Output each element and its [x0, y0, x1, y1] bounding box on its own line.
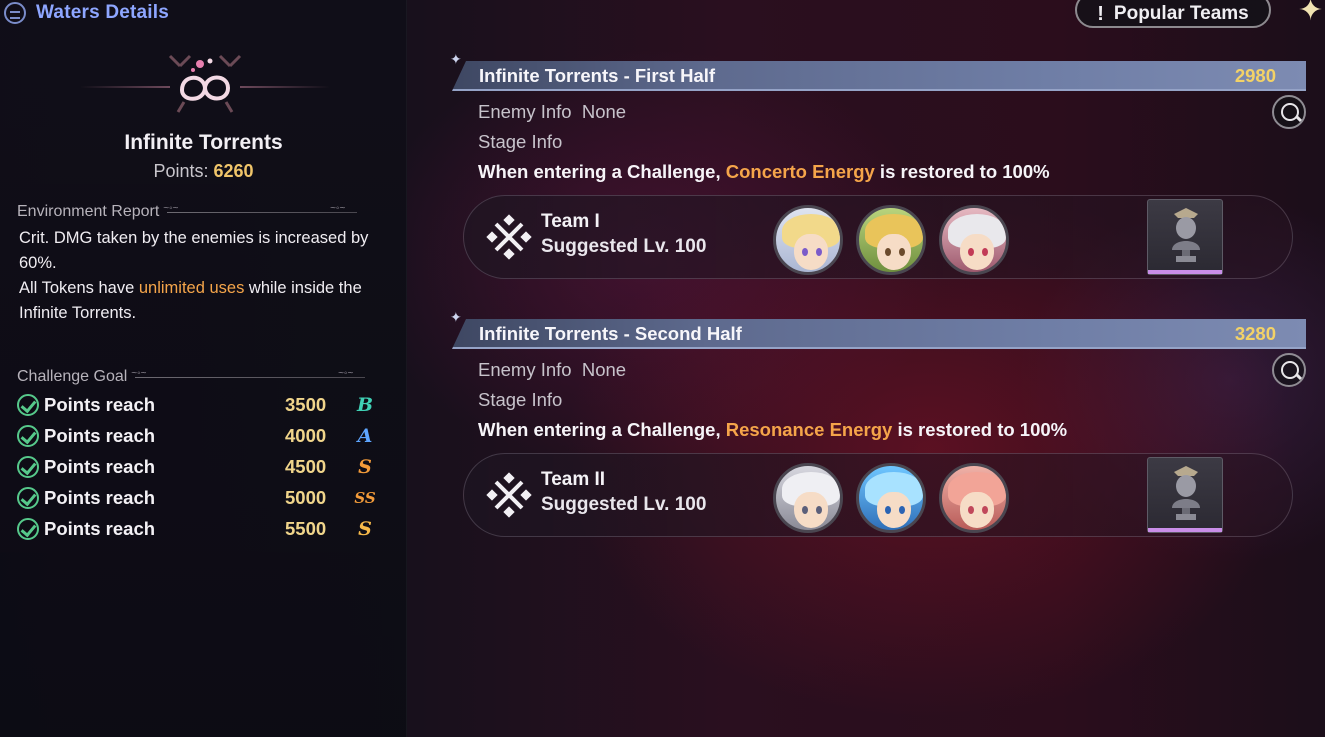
character-avatar[interactable]: [773, 463, 843, 533]
rank-s-icon: S: [358, 456, 372, 478]
search-icon[interactable]: [1272, 353, 1306, 387]
unlimited-uses-highlight: unlimited uses: [138, 279, 245, 297]
popular-teams-button[interactable]: ! Popular Teams: [1075, 0, 1271, 28]
check-circle-icon: [17, 425, 39, 447]
stage-info-label: Stage Info: [478, 389, 563, 410]
echo-bust-slot[interactable]: [1147, 199, 1223, 275]
team-name: Team II: [541, 469, 606, 490]
environment-report-text: Crit. DMG taken by the enemies is increa…: [19, 226, 389, 326]
character-avatar[interactable]: [939, 205, 1009, 275]
emblem-divider-left: [80, 86, 170, 88]
stage-description: When entering a Challenge, Resonance Ene…: [478, 419, 1068, 440]
enemy-info-label: Enemy Info: [478, 101, 572, 122]
half-score: 3280: [1234, 323, 1276, 344]
goal-row: Points reach 5000 SS: [17, 485, 387, 511]
goal-value: 4500: [285, 456, 327, 477]
goal-label: Points reach: [44, 487, 156, 508]
rank-ss-icon: SS: [354, 489, 376, 507]
half-title: Infinite Torrents - Second Half: [479, 323, 742, 344]
header: Waters Details: [4, 0, 169, 26]
team-emblem-icon: [486, 214, 532, 260]
goal-label: Points reach: [44, 394, 156, 415]
search-icon[interactable]: [1272, 95, 1306, 129]
rank-sss-icon: S: [358, 518, 372, 540]
enemy-info-value: None: [581, 359, 627, 380]
goal-value: 4000: [285, 425, 327, 446]
team-card[interactable]: Team I Suggested Lv. 100: [463, 195, 1293, 279]
check-circle-icon: [17, 487, 39, 509]
check-circle-icon: [17, 456, 39, 478]
character-avatar[interactable]: [856, 205, 926, 275]
goal-label: Points reach: [44, 425, 156, 446]
team-emblem-icon: [486, 472, 532, 518]
half-score: 2980: [1234, 65, 1276, 86]
page-title: Waters Details: [36, 2, 170, 23]
stage-description: When entering a Challenge, Concerto Ener…: [478, 161, 1050, 182]
bust-icon: [1172, 208, 1200, 262]
section-divider: [163, 203, 358, 214]
back-icon[interactable]: [4, 2, 26, 24]
environment-report-heading: Environment Report: [17, 203, 358, 221]
team-card[interactable]: Team II Suggested Lv. 100: [463, 453, 1293, 537]
goal-label: Points reach: [44, 518, 156, 539]
popular-teams-label: Popular Teams: [1113, 3, 1249, 24]
environment-report-title: Environment Report: [17, 203, 160, 220]
left-panel: Waters Details Infinite Torrents Points:…: [0, 0, 407, 737]
challenge-goal-title: Challenge Goal: [17, 368, 128, 385]
goal-value: 5000: [285, 487, 327, 508]
goal-row: Points reach 3500 B: [17, 392, 387, 418]
goal-value: 3500: [285, 394, 327, 415]
enemy-info: Enemy Info None: [478, 101, 626, 123]
character-avatar[interactable]: [939, 463, 1009, 533]
goal-label: Points reach: [44, 456, 156, 477]
sparkle-icon: ✦: [450, 309, 462, 325]
environment-line-1: Crit. DMG taken by the enemies is increa…: [19, 229, 369, 272]
emblem-divider-right: [240, 86, 330, 88]
enemy-info: Enemy Info None: [478, 359, 626, 381]
points-value: 6260: [213, 161, 254, 181]
character-avatar[interactable]: [856, 463, 926, 533]
energy-highlight: Resonance Energy: [725, 419, 893, 440]
sparkle-icon: ✦: [450, 51, 462, 67]
realm-name: Infinite Torrents: [124, 131, 283, 154]
sparkle-menu-icon[interactable]: ✦: [1298, 0, 1325, 26]
realm-points: Points: 6260: [0, 161, 407, 182]
team-level: Suggested Lv. 100: [541, 236, 707, 257]
section-divider: [131, 368, 366, 379]
enemy-info-label: Enemy Info: [478, 359, 572, 380]
goal-row: Points reach 5500 S: [17, 516, 387, 542]
energy-highlight: Concerto Energy: [725, 161, 875, 182]
exclamation-icon: !: [1097, 2, 1104, 25]
points-label: Points:: [153, 161, 209, 181]
rank-b-icon: B: [356, 394, 374, 416]
team-name: Team I: [541, 211, 600, 232]
challenge-goal-heading: Challenge Goal: [17, 368, 366, 386]
stage-info-label: Stage Info: [478, 131, 563, 152]
goal-row: Points reach 4500 S: [17, 454, 387, 480]
team-level: Suggested Lv. 100: [541, 494, 707, 515]
rank-a-icon: A: [357, 425, 373, 447]
echo-bust-slot[interactable]: [1147, 457, 1223, 533]
environment-line-2: All Tokens have unlimited uses while ins…: [19, 279, 362, 322]
half-title: Infinite Torrents - First Half: [479, 65, 716, 86]
bust-icon: [1172, 466, 1200, 520]
character-avatar[interactable]: [773, 205, 843, 275]
check-circle-icon: [17, 518, 39, 540]
enemy-info-value: None: [581, 101, 627, 122]
goal-row: Points reach 4000 A: [17, 423, 387, 449]
infinity-emblem-icon: [168, 54, 242, 113]
check-circle-icon: [17, 394, 39, 416]
realm-emblem: [80, 52, 330, 122]
goal-value: 5500: [285, 518, 327, 539]
